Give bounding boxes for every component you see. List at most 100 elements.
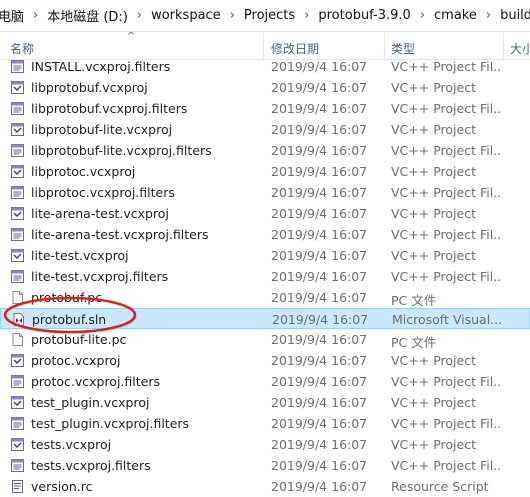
file-type: VC++ Project Fil...	[391, 458, 501, 473]
file-modified-date: 2019/9/4 16:07	[271, 374, 368, 389]
file-type: VC++ Project	[391, 122, 476, 137]
blank-file-icon	[10, 290, 25, 305]
vcxproj-icon	[10, 206, 25, 221]
file-row[interactable]: protobuf.sln 2019/9/4 16:07 Microsoft Visu…	[0, 308, 530, 329]
file-type: Microsoft Visual...	[392, 312, 502, 327]
column-header-date[interactable]: 修改日期	[271, 40, 319, 57]
file-modified-date: 2019/9/4 16:07	[271, 185, 368, 200]
file-modified-date: 2019/9/4 16:07	[271, 122, 368, 137]
file-name: libprotobuf-lite.vcxproj	[31, 122, 173, 137]
file-row[interactable]: lite-arena-test.vcxproj 2019/9/4 16:07 VC+…	[0, 203, 530, 224]
file-name: libprotobuf-lite.vcxproj.filters	[31, 143, 212, 158]
column-header-type[interactable]: 类型	[391, 40, 415, 57]
file-row[interactable]: libprotoc.vcxproj 2019/9/4 16:07 VC++ Proj…	[0, 161, 530, 182]
vcxproj-filters-icon	[10, 458, 25, 473]
file-row[interactable]: INSTALL.vcxproj.filters 2019/9/4 16:07 VC+…	[0, 56, 530, 77]
file-modified-date: 2019/9/4 16:07	[271, 290, 368, 305]
file-row[interactable]: libprotobuf-lite.vcxproj.filters 2019/9/4…	[0, 140, 530, 161]
file-row[interactable]: libprotobuf.vcxproj 2019/9/4 16:07 VC++ Pr…	[0, 77, 530, 98]
breadcrumb-chevron-icon[interactable]: ›	[225, 8, 240, 23]
file-name: protoc.vcxproj	[31, 353, 121, 368]
file-modified-date: 2019/9/4 16:07	[271, 80, 368, 95]
file-modified-date: 2019/9/4 16:07	[272, 312, 369, 327]
column-header-size[interactable]: 大小	[510, 40, 530, 57]
file-row[interactable]: protobuf-lite.pc 2019/9/4 16:07 PC 文件	[0, 329, 530, 350]
file-name: protoc.vcxproj.filters	[31, 374, 160, 389]
breadcrumb-chevron-icon[interactable]: ›	[132, 8, 147, 23]
file-modified-date: 2019/9/4 16:07	[271, 101, 368, 116]
file-name: test_plugin.vcxproj	[31, 395, 150, 410]
file-type: VC++ Project Fil...	[391, 185, 501, 200]
file-row[interactable]: lite-arena-test.vcxproj.filters 2019/9/4 …	[0, 224, 530, 245]
file-row[interactable]: protobuf.pc 2019/9/4 16:07 PC 文件	[0, 287, 530, 308]
vcxproj-icon	[10, 395, 25, 410]
file-name: lite-arena-test.vcxproj	[31, 206, 169, 221]
breadcrumb-item[interactable]: protobuf-3.9.0	[314, 8, 414, 23]
breadcrumb-item[interactable]: 本地磁盘 (D:)	[43, 6, 132, 25]
file-row[interactable]: tests.vcxproj 2019/9/4 16:07 VC++ Project	[0, 434, 530, 455]
file-row[interactable]: test_plugin.vcxproj 2019/9/4 16:07 VC++ Pr…	[0, 392, 530, 413]
file-name: lite-test.vcxproj.filters	[31, 269, 169, 284]
file-name: libprotoc.vcxproj	[31, 164, 136, 179]
file-row[interactable]: lite-test.vcxproj 2019/9/4 16:07 VC++ Proj…	[0, 245, 530, 266]
vcxproj-filters-icon	[10, 416, 25, 431]
file-type: VC++ Project Fil...	[391, 101, 501, 116]
file-name: libprotoc.vcxproj.filters	[31, 185, 175, 200]
file-row[interactable]: libprotoc.vcxproj.filters 2019/9/4 16:07 V…	[0, 182, 530, 203]
breadcrumb-chevron-icon[interactable]: ›	[28, 8, 43, 23]
file-type: VC++ Project	[391, 353, 476, 368]
breadcrumb-item[interactable]: 电脑	[0, 6, 28, 25]
file-modified-date: 2019/9/4 16:07	[271, 143, 368, 158]
file-row[interactable]: test_plugin.vcxproj.filters 2019/9/4 16:0…	[0, 413, 530, 434]
file-modified-date: 2019/9/4 16:07	[271, 395, 368, 410]
vcxproj-icon	[10, 248, 25, 263]
address-bar[interactable]: 电脑 › 本地磁盘 (D:) › workspace › Projects › protobuf…	[0, 0, 530, 32]
file-type: VC++ Project Fil...	[391, 227, 501, 242]
vcxproj-filters-icon	[10, 101, 25, 116]
file-type: VC++ Project	[391, 395, 476, 410]
file-type: VC++ Project	[391, 248, 476, 263]
vcxproj-icon	[10, 353, 25, 368]
vcxproj-icon	[10, 164, 25, 179]
file-row[interactable]: libprotobuf-lite.vcxproj 2019/9/4 16:07 VC…	[0, 119, 530, 140]
file-type: VC++ Project Fil...	[391, 374, 501, 389]
file-row[interactable]: protoc.vcxproj.filters 2019/9/4 16:07 VC++…	[0, 371, 530, 392]
file-name: test_plugin.vcxproj.filters	[31, 416, 190, 431]
breadcrumb-item[interactable]: build	[496, 8, 530, 23]
file-type: VC++ Project	[391, 164, 476, 179]
file-type: Resource Script	[391, 479, 489, 494]
file-modified-date: 2019/9/4 16:07	[271, 332, 368, 347]
breadcrumb-item[interactable]: Projects	[240, 8, 299, 23]
file-type: PC 文件	[391, 335, 437, 350]
file-name: protobuf-lite.pc	[31, 332, 127, 347]
file-row[interactable]: lite-test.vcxproj.filters 2019/9/4 16:07 V…	[0, 266, 530, 287]
file-type: VC++ Project Fil...	[391, 269, 501, 284]
file-row[interactable]: version.rc 2019/9/4 16:07 Resource Script	[0, 476, 530, 497]
file-name: libprotobuf.vcxproj	[31, 80, 148, 95]
vcxproj-icon	[10, 437, 25, 452]
breadcrumb-item[interactable]: workspace	[147, 8, 225, 23]
vcxproj-icon	[10, 80, 25, 95]
breadcrumb-chevron-icon[interactable]: ›	[415, 8, 430, 23]
file-name: lite-test.vcxproj	[31, 248, 129, 263]
column-header-name[interactable]: 名称	[10, 40, 34, 57]
file-name: lite-arena-test.vcxproj.filters	[31, 227, 209, 242]
breadcrumb-chevron-icon[interactable]: ›	[299, 8, 314, 23]
file-row[interactable]: protoc.vcxproj 2019/9/4 16:07 VC++ Project	[0, 350, 530, 371]
file-type: VC++ Project	[391, 80, 476, 95]
resource-script-icon	[10, 479, 25, 494]
file-name: protobuf.pc	[31, 290, 103, 305]
vcxproj-icon	[10, 122, 25, 137]
file-modified-date: 2019/9/4 16:07	[271, 164, 368, 179]
file-modified-date: 2019/9/4 16:07	[271, 227, 368, 242]
file-modified-date: 2019/9/4 16:07	[271, 353, 368, 368]
file-row[interactable]: libprotobuf.vcxproj.filters 2019/9/4 16:0…	[0, 98, 530, 119]
file-type: VC++ Project	[391, 437, 476, 452]
file-type: VC++ Project Fil...	[391, 143, 501, 158]
breadcrumb-chevron-icon[interactable]: ›	[481, 8, 496, 23]
file-name: tests.vcxproj.filters	[31, 458, 151, 473]
vcxproj-filters-icon	[10, 374, 25, 389]
breadcrumb-item[interactable]: cmake	[430, 8, 481, 23]
vcxproj-filters-icon	[10, 227, 25, 242]
file-row[interactable]: tests.vcxproj.filters 2019/9/4 16:07 VC++ …	[0, 455, 530, 476]
